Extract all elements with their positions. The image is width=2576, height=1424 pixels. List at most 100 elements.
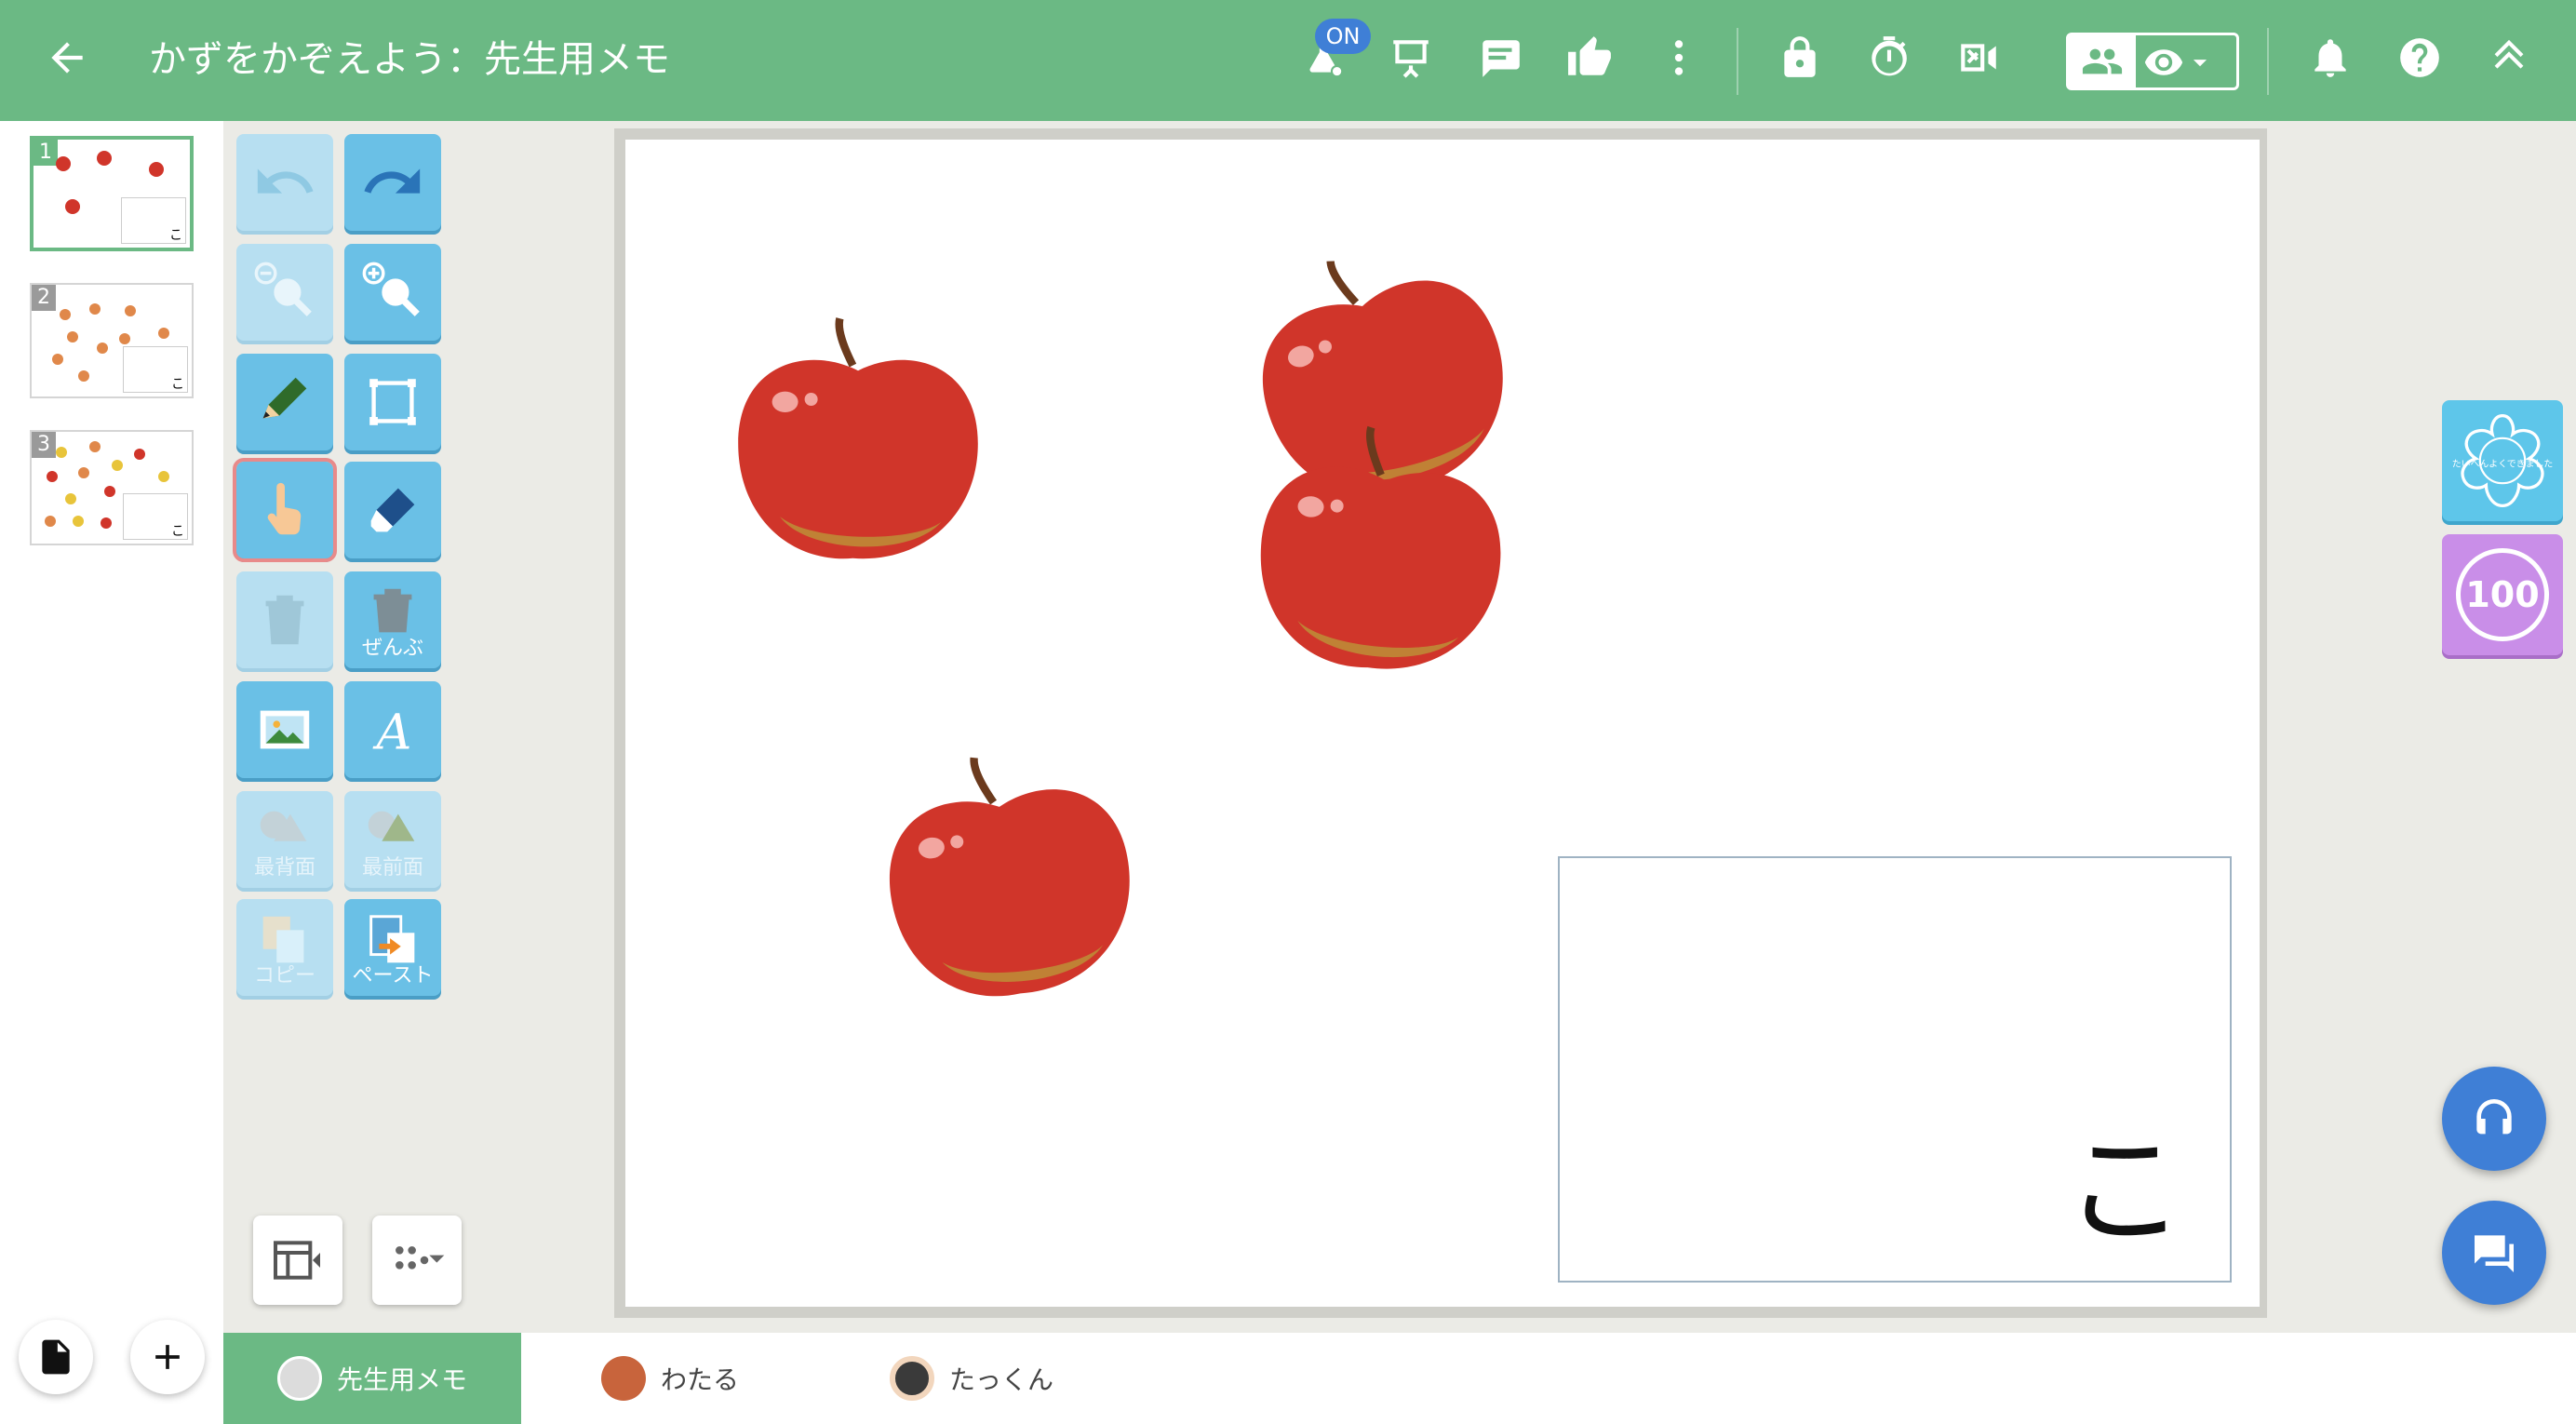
whiteboard-canvas[interactable]: こ (625, 140, 2260, 1307)
plus-icon (155, 1345, 180, 1369)
tab-takkun[interactable]: たっくん (890, 1333, 1150, 1424)
stamp-button[interactable]: たいへんよくできました (2442, 400, 2563, 521)
fruit-mini (101, 517, 112, 529)
text-tool-button[interactable]: A (344, 681, 441, 778)
collapse-up-icon[interactable] (2479, 28, 2539, 87)
back-arrow-icon[interactable] (37, 28, 97, 87)
document-icon (42, 1339, 70, 1375)
new-document-button[interactable] (19, 1320, 93, 1394)
fruit-mini (112, 460, 123, 471)
more-vert-icon[interactable] (1649, 28, 1709, 87)
copy-label: コピー (253, 964, 315, 987)
rectangle-select-icon (369, 379, 416, 425)
header-divider (2267, 28, 2269, 95)
slide-panel: 1 こ 2 こ 3 こ (0, 121, 223, 1424)
apple-mini (97, 151, 112, 166)
view-mode-toggle[interactable] (2066, 33, 2239, 90)
bring-front-label: 最前面 (361, 856, 423, 880)
fruit-mini (89, 441, 101, 452)
headset-icon (2476, 1099, 2512, 1135)
eye-icon[interactable] (2143, 41, 2233, 84)
insert-image-button[interactable] (236, 681, 333, 778)
pencil-tool-button[interactable] (236, 354, 333, 450)
answer-box[interactable]: こ (1558, 856, 2232, 1283)
bring-to-front-button[interactable]: 最前面 (344, 791, 441, 888)
hand-tool-button[interactable] (233, 458, 337, 562)
slide-thumbnail[interactable]: 2 こ (30, 283, 194, 398)
persimmon-mini (78, 370, 89, 382)
slide-thumbnail[interactable]: 1 こ (30, 136, 194, 251)
paste-label: ペースト (352, 964, 434, 987)
help-icon[interactable] (2390, 28, 2449, 87)
lock-icon[interactable] (1770, 28, 1830, 87)
app-header: かずをかぞえよう：先生用メモ ON (0, 0, 2576, 121)
delete-all-label: ぜんぶ (361, 637, 423, 660)
fruit-mini (104, 486, 115, 497)
presentation-icon[interactable] (1381, 28, 1441, 87)
image-icon (260, 710, 310, 749)
redo-icon (364, 168, 421, 194)
fruit-mini (47, 471, 58, 482)
fruit-mini (65, 493, 76, 504)
add-slide-button[interactable] (130, 1320, 205, 1394)
persimmon-mini (97, 343, 108, 354)
tab-teacher-memo[interactable]: 先生用メモ (223, 1333, 521, 1424)
persimmon-mini (52, 354, 63, 365)
svg-text:A: A (373, 704, 412, 760)
apple-image[interactable] (728, 303, 988, 573)
header-divider (1737, 28, 1738, 95)
redo-button[interactable] (344, 134, 441, 231)
send-to-back-button[interactable]: 最背面 (236, 791, 333, 888)
persimmon-mini (158, 328, 169, 339)
group-view-icon[interactable] (2069, 35, 2136, 87)
pointing-hand-icon (267, 482, 302, 535)
page-title: かずをかぞえよう：先生用メモ (149, 38, 670, 81)
fruit-mini (56, 447, 67, 458)
group-arrangement-button[interactable] (372, 1216, 462, 1305)
delete-button[interactable] (236, 571, 333, 668)
tab-label: わたる (661, 1364, 740, 1395)
undo-button[interactable] (236, 134, 333, 231)
score-badge: 100 (2456, 548, 2549, 641)
layout-panel-button[interactable] (253, 1216, 342, 1305)
chat-button[interactable] (2442, 1201, 2546, 1305)
paste-button[interactable]: ペースト (344, 899, 441, 996)
slide-number: 1 (34, 140, 58, 166)
zoom-in-icon (362, 262, 420, 316)
select-rect-button[interactable] (344, 354, 441, 450)
takkun-avatar (890, 1356, 934, 1401)
bottom-tab-bar (223, 1333, 2576, 1424)
eraser-icon (370, 488, 415, 532)
pencil-icon (262, 377, 307, 419)
zoom-in-button[interactable] (344, 244, 441, 341)
apple-mini (149, 162, 164, 177)
persimmon-mini (60, 309, 71, 320)
apple-mini (56, 156, 71, 171)
tab-wataru[interactable]: わたる (601, 1333, 843, 1424)
trash-icon (265, 595, 304, 645)
slide-thumbnail[interactable]: 3 こ (30, 430, 194, 545)
score-stamp-button[interactable]: 100 (2442, 534, 2563, 655)
support-headset-button[interactable] (2442, 1067, 2546, 1171)
comment-icon[interactable] (1470, 28, 1530, 87)
persimmon-mini (89, 303, 101, 315)
eraser-tool-button[interactable] (344, 462, 441, 558)
persimmon-mini (125, 305, 136, 316)
timer-icon[interactable] (1859, 28, 1919, 87)
camera-off-icon[interactable] (1949, 28, 2008, 87)
zoom-out-button[interactable] (236, 244, 333, 341)
fruit-mini (45, 516, 56, 527)
delete-all-button[interactable]: ぜんぶ (344, 571, 441, 668)
layout-icon (274, 1241, 320, 1280)
thumb-corner-text: こ (169, 228, 182, 243)
answer-unit-text: こ (2063, 1120, 2185, 1261)
bell-icon[interactable] (2301, 28, 2360, 87)
sakura-stamp-icon: たいへんよくできました (2452, 413, 2553, 508)
apple-image[interactable] (1241, 405, 1521, 692)
wataru-avatar (601, 1356, 646, 1401)
fruit-mini (134, 449, 145, 460)
thumbs-up-icon[interactable] (1560, 28, 1619, 87)
apple-image[interactable] (861, 722, 1157, 1026)
copy-button[interactable]: コピー (236, 899, 333, 996)
fruit-mini (158, 471, 169, 482)
